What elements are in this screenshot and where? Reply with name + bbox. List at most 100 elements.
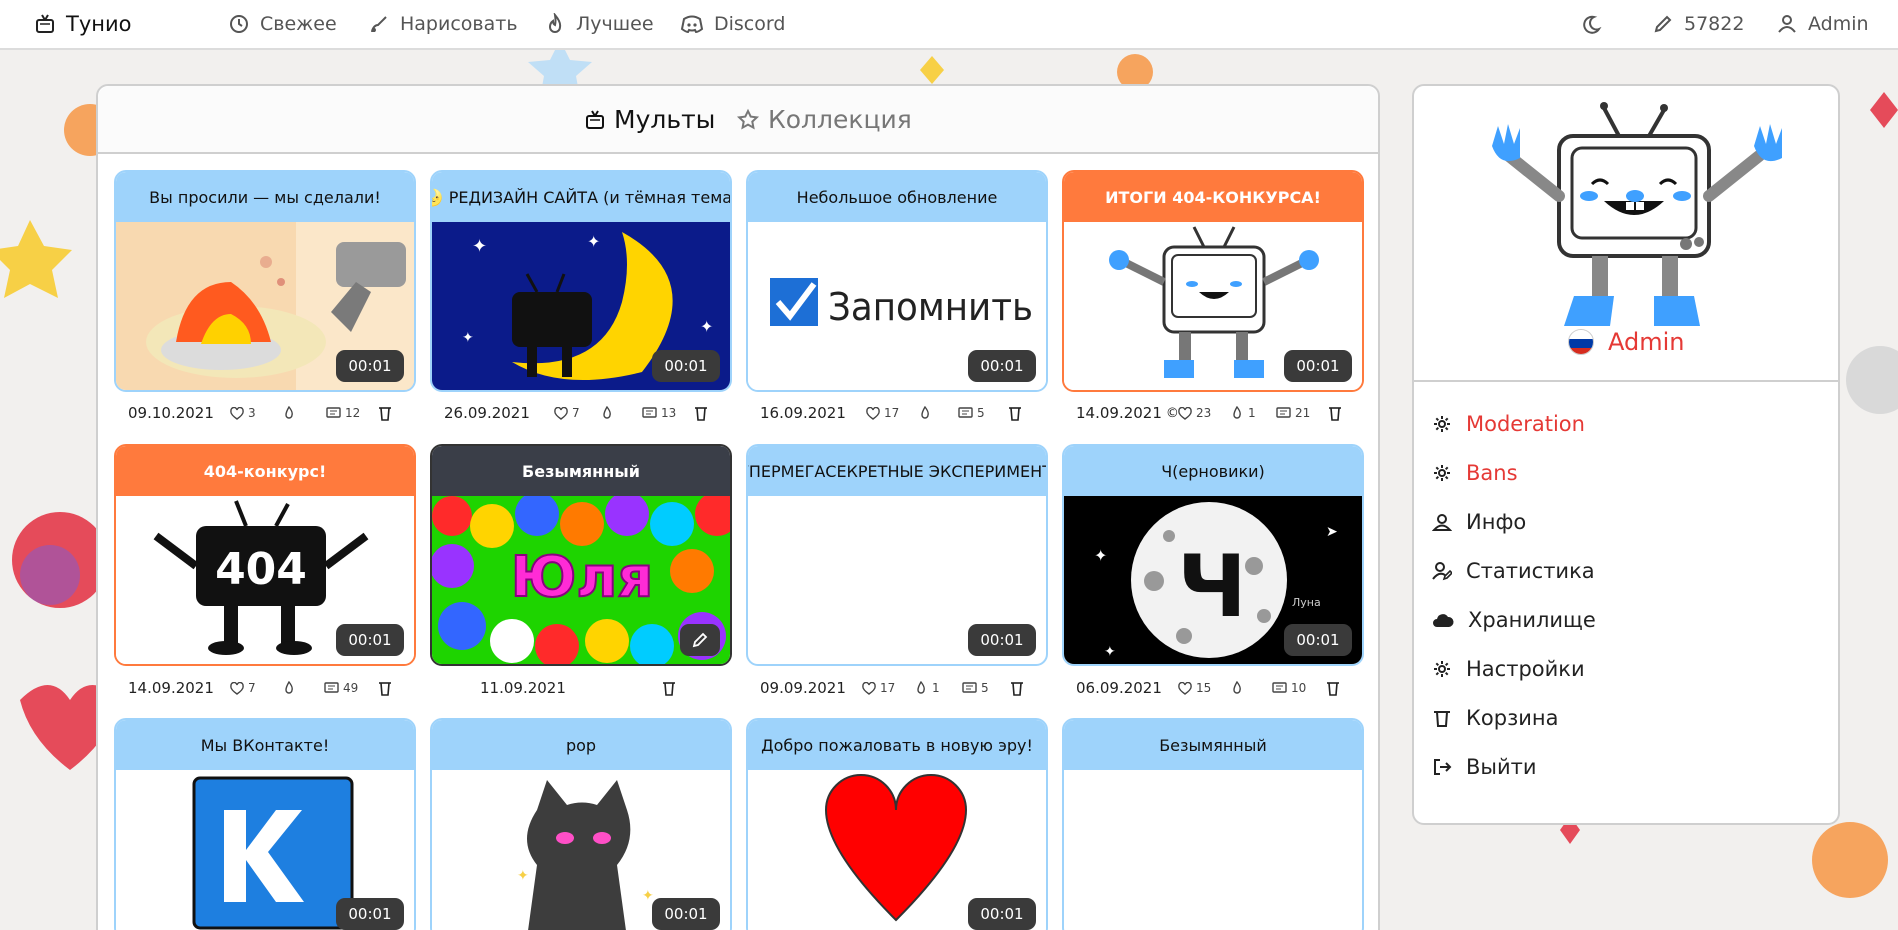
svg-text:✦: ✦ [517, 868, 529, 884]
cartoon-card[interactable]: Безымянный [1062, 718, 1364, 930]
user-menu[interactable]: Admin [1776, 0, 1869, 48]
cartoon-card[interactable]: 🌛 РЕДИЗАЙН САЙТА (и тёмная тема) ✦ ✦ ✦ ✦ 00… [430, 170, 732, 392]
comments[interactable]: 49 [324, 681, 358, 695]
cartoon-card[interactable]: pop ✦ ✦ 00:01 [430, 718, 732, 930]
reposts[interactable]: 1 [1230, 406, 1256, 420]
cartoons-panel: Мульты Коллекция Вы просили — мы сделали… [96, 84, 1380, 930]
trash-icon [1009, 407, 1021, 421]
card-meta: 14.09.2021 © 23 1 21 [1062, 400, 1364, 426]
tv-icon [586, 109, 604, 129]
flame-icon [285, 681, 293, 694]
points-counter[interactable]: 57822 [1652, 0, 1744, 48]
tab-cartoons[interactable]: Мульты [584, 105, 715, 134]
svg-text:✦: ✦ [462, 330, 474, 346]
delete-button[interactable] [1010, 680, 1028, 696]
card-title: Мы ВКонтакте! [116, 720, 414, 770]
nav-fresh-label: Свежее [260, 13, 337, 35]
card-title: Безымянный [1064, 720, 1362, 770]
delete-button[interactable] [662, 680, 680, 696]
comments[interactable]: 13 [642, 406, 676, 420]
likes-count: 23 [1196, 406, 1212, 420]
cartoon-card[interactable]: Вы просили — мы сделали! 00:01 [114, 170, 416, 392]
likes-count: 7 [248, 681, 256, 695]
nav-discord[interactable]: Discord [680, 0, 785, 48]
cartoon-card[interactable]: СУПЕРМЕГАСЕКРЕТНЫЕ ЭКСПЕРИМЕНТЫ 00:01 [746, 444, 1048, 666]
flame-icon [1233, 681, 1241, 694]
menu-storage[interactable]: Хранилище [1432, 608, 1596, 632]
comments[interactable]: 5 [962, 681, 989, 695]
nav-best[interactable]: Лучшее [544, 0, 654, 48]
cloud-icon [1433, 614, 1454, 627]
cartoon-card[interactable]: 404-конкурс! 404 00:01 [114, 444, 416, 666]
likes[interactable]: 17 [862, 681, 895, 695]
card-date-group: 14.09.2021 © [1076, 404, 1179, 422]
delete-button[interactable] [378, 680, 396, 696]
reposts[interactable] [282, 681, 300, 695]
delete-button[interactable] [694, 405, 712, 421]
cartoon-card[interactable]: Мы ВКонтакте! 00:01 [114, 718, 416, 930]
brand-link[interactable]: Тунио [34, 0, 131, 48]
edit-button[interactable] [680, 624, 720, 656]
reposts[interactable] [282, 406, 300, 420]
reposts[interactable] [600, 406, 618, 420]
profile-name[interactable]: Admin [1568, 328, 1685, 356]
user-icon [1432, 514, 1452, 531]
theme-toggle[interactable] [1580, 0, 1612, 48]
cartoon-card[interactable]: Добро пожаловать в новую эру! 00:01 [746, 718, 1048, 930]
menu-logout[interactable]: Выйти [1432, 755, 1537, 779]
duration-badge: 00:01 [652, 350, 720, 382]
thumb-remember-text: Запомнить [828, 285, 1033, 329]
likes[interactable]: 7 [554, 406, 580, 420]
menu-trash[interactable]: Корзина [1432, 706, 1559, 730]
delete-button[interactable] [1328, 405, 1346, 421]
tab-collection-label: Коллекция [768, 105, 912, 134]
menu-info[interactable]: Инфо [1432, 510, 1526, 534]
comment-icon [1272, 681, 1287, 693]
delete-button[interactable] [1008, 405, 1026, 421]
cartoon-card[interactable]: Ч(ерновики) Ч ✦ ➤ ✦ Луна 00:01 [1062, 444, 1364, 666]
card-title: 404-конкурс! [116, 446, 414, 496]
comments-count: 49 [343, 681, 359, 695]
cartoon-card[interactable]: Небольшое обновление Запомнить 00:01 [746, 170, 1048, 392]
panel-tabs: Мульты Коллекция [98, 86, 1378, 154]
comments[interactable]: 5 [958, 406, 985, 420]
nav-draw[interactable]: Нарисовать [368, 0, 518, 48]
comments[interactable]: 12 [326, 406, 360, 420]
likes[interactable]: 17 [866, 406, 899, 420]
card-title: pop [432, 720, 730, 770]
copyright-mark: © [1165, 405, 1179, 421]
reposts[interactable]: 1 [914, 681, 940, 695]
menu-label: Bans [1466, 461, 1518, 485]
likes[interactable]: 23 [1178, 406, 1211, 420]
nav-best-label: Лучшее [576, 13, 654, 35]
menu-bans[interactable]: Bans [1432, 461, 1518, 485]
delete-button[interactable] [378, 405, 396, 421]
likes[interactable]: 7 [230, 681, 256, 695]
card-title: Безымянный [432, 446, 730, 496]
card-meta: 26.09.2021 7 13 [430, 400, 732, 426]
card-meta: 11.09.2021 [430, 675, 732, 701]
comments[interactable]: 10 [1272, 681, 1306, 695]
likes[interactable]: 3 [230, 406, 256, 420]
brush-icon [371, 16, 387, 32]
tab-collection[interactable]: Коллекция [736, 105, 912, 134]
comments[interactable]: 21 [1276, 406, 1310, 420]
thumb-name-text: Юля [511, 545, 654, 610]
trash-icon [663, 682, 675, 696]
menu-moderation[interactable]: Moderation [1432, 412, 1585, 436]
card-meta: 16.09.2021 17 5 [746, 400, 1048, 426]
cartoon-card[interactable]: Безымянный Юля [430, 444, 732, 666]
menu-stats[interactable]: Статистика [1432, 559, 1595, 583]
nav-fresh[interactable]: Свежее [228, 0, 337, 48]
flame-icon [921, 406, 929, 419]
delete-button[interactable] [1326, 680, 1344, 696]
reposts[interactable] [1230, 681, 1248, 695]
likes[interactable]: 15 [1178, 681, 1211, 695]
cartoon-card[interactable]: ИТОГИ 404-КОНКУРСА! 00:01 [1062, 170, 1364, 392]
menu-settings[interactable]: Настройки [1432, 657, 1585, 681]
card-title: Добро пожаловать в новую эру! [748, 720, 1046, 770]
reposts[interactable] [918, 406, 936, 420]
heart-icon [554, 406, 568, 420]
nav-draw-label: Нарисовать [400, 13, 518, 35]
likes-count: 7 [572, 406, 580, 420]
